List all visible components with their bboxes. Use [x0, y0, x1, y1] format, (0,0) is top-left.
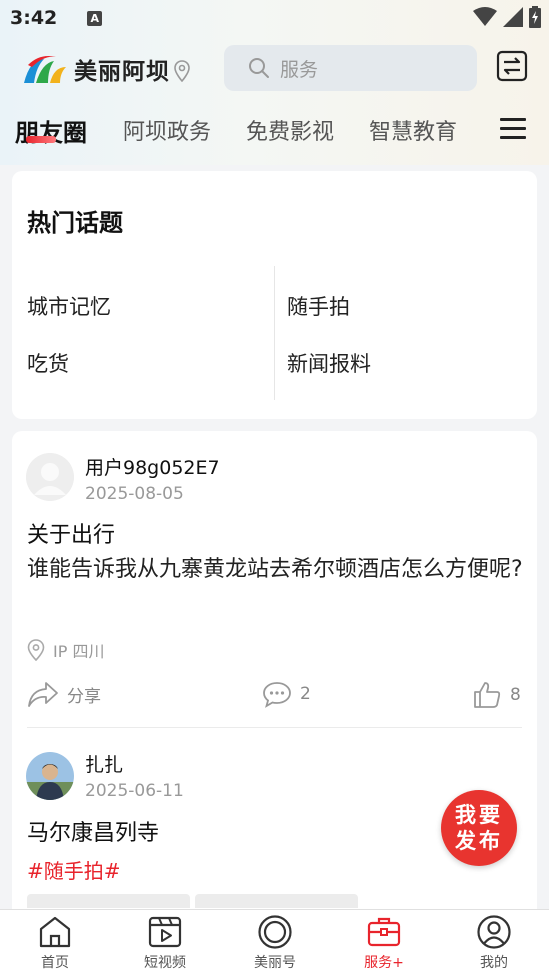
post-username[interactable]: 扎扎	[85, 750, 123, 777]
status-time: 3:42	[10, 7, 58, 29]
search-placeholder: 服务	[280, 58, 319, 81]
nav-meili-hao-label: 美丽号	[254, 955, 296, 971]
topics-divider	[274, 266, 275, 400]
topic-foodie[interactable]: 吃货	[27, 348, 69, 378]
user-photo-avatar	[26, 752, 74, 800]
topic-snapshot[interactable]: 随手拍	[287, 291, 350, 321]
comment-button[interactable]: 2	[262, 680, 311, 708]
tab-aba-government[interactable]: 阿坝政务	[123, 114, 211, 146]
battery-icon	[529, 6, 541, 28]
home-icon	[39, 916, 71, 948]
avatar[interactable]	[26, 453, 74, 501]
signal-icon	[503, 7, 523, 27]
post-image[interactable]	[27, 894, 190, 908]
nav-services[interactable]: 服务+	[329, 910, 439, 977]
wifi-icon	[473, 7, 497, 26]
scan-menu-icon[interactable]	[496, 50, 528, 82]
hot-topics-title: 热门话题	[27, 209, 123, 237]
location-pin-icon	[27, 639, 45, 661]
menu-icon[interactable]	[500, 118, 526, 142]
tab-free-movies[interactable]: 免费影视	[246, 114, 334, 146]
share-icon	[28, 682, 58, 707]
video-icon	[148, 916, 182, 948]
app-logo: 美丽阿坝	[22, 52, 190, 86]
topic-city-memory[interactable]: 城市记忆	[27, 291, 111, 321]
logo-icon	[24, 56, 66, 83]
comment-count: 2	[300, 684, 311, 704]
search-icon	[249, 58, 269, 78]
post-divider	[27, 727, 522, 728]
status-bar: 3:42 A	[0, 0, 549, 36]
briefcase-icon	[367, 917, 401, 947]
location-icon[interactable]	[174, 60, 190, 82]
notification-icon: A	[87, 10, 103, 26]
share-label: 分享	[67, 686, 101, 707]
post-ip-location: IP 四川	[27, 638, 104, 662]
app-name: 美丽阿坝	[74, 58, 170, 85]
nav-short-video-label: 短视频	[144, 955, 186, 971]
post-date: 2025-06-11	[85, 781, 184, 801]
nav-profile[interactable]: 我的	[439, 910, 549, 977]
thumbs-up-icon	[474, 682, 501, 708]
active-tab-indicator	[26, 136, 56, 143]
post-title[interactable]: 马尔康昌列寺	[27, 815, 159, 847]
comment-icon	[263, 682, 291, 708]
nav-profile-label: 我的	[480, 955, 508, 971]
post-username[interactable]: 用户98g052E7	[85, 453, 220, 480]
nav-meili-hao[interactable]: 美丽号	[220, 910, 330, 977]
search-bar[interactable]: 服务	[224, 45, 477, 91]
app-header: 美丽阿坝 服务	[0, 42, 549, 94]
nav-short-video[interactable]: 短视频	[110, 910, 220, 977]
ip-label: IP 四川	[53, 642, 105, 661]
circle-icon	[258, 915, 292, 949]
post-body[interactable]: 谁能告诉我从九寨黄龙站去希尔顿酒店怎么方便呢?	[27, 551, 527, 589]
post-title[interactable]: 关于出行	[27, 517, 115, 549]
post-image[interactable]	[195, 894, 358, 908]
publish-label-line1: 我要	[455, 803, 503, 827]
avatar[interactable]	[26, 752, 74, 800]
category-tabs: 朋友圈 阿坝政务 免费影视 智慧教育	[0, 108, 549, 158]
status-icons	[473, 6, 541, 28]
post-hashtag[interactable]: #随手拍#	[27, 855, 121, 884]
user-icon	[477, 915, 511, 949]
publish-button[interactable]: 我要 发布	[441, 790, 517, 866]
bottom-nav: 首页 短视频 美丽号 服务+ 我的	[0, 909, 549, 977]
tab-smart-education[interactable]: 智慧教育	[369, 114, 457, 146]
share-button[interactable]: 分享	[27, 680, 101, 708]
nav-services-label: 服务+	[364, 955, 404, 971]
post-date: 2025-08-05	[85, 484, 184, 504]
feed-card: 用户98g052E7 2025-08-05 关于出行 谁能告诉我从九寨黄龙站去希…	[12, 431, 537, 977]
like-button[interactable]: 8	[472, 680, 521, 710]
topic-news-tip[interactable]: 新闻报料	[287, 348, 371, 378]
nav-home[interactable]: 首页	[0, 910, 110, 977]
nav-home-label: 首页	[41, 955, 69, 971]
publish-label-line2: 发布	[455, 829, 503, 853]
hot-topics-card: 热门话题 城市记忆 随手拍 吃货 新闻报料	[12, 171, 537, 419]
like-count: 8	[510, 685, 521, 705]
default-avatar-icon	[26, 453, 74, 501]
